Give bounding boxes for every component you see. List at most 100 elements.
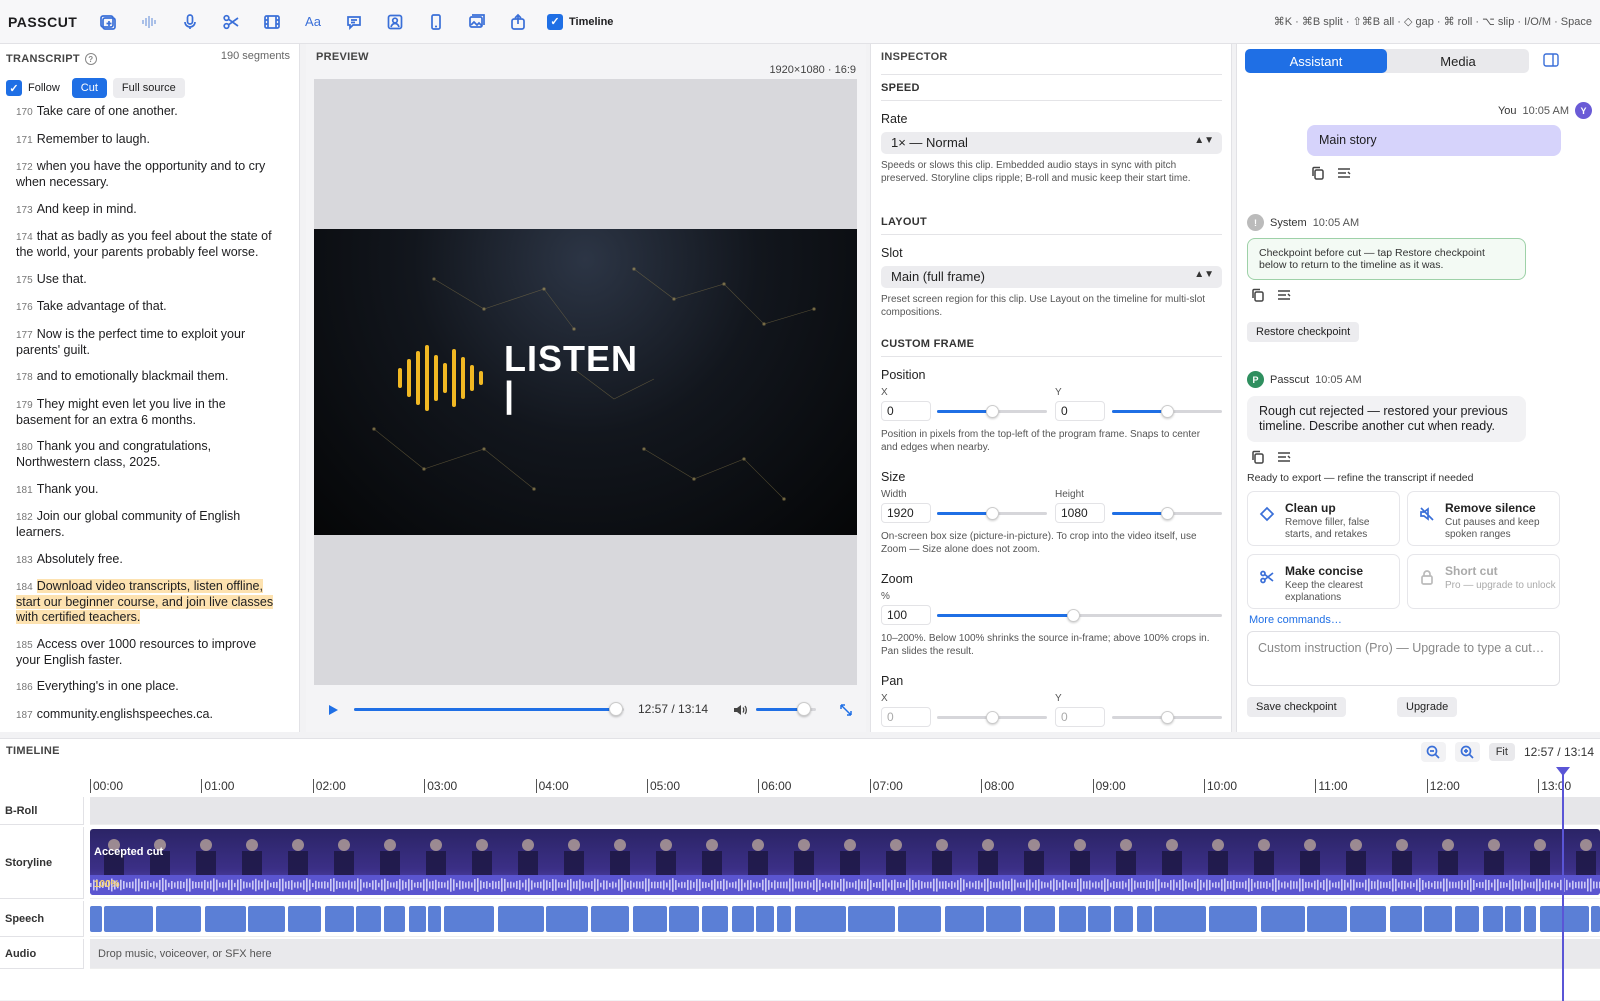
slider-knob[interactable]	[1161, 405, 1174, 418]
slot-select-value: Main (full frame)	[891, 269, 985, 284]
tab-media[interactable]: Media	[1387, 49, 1529, 73]
slider-knob[interactable]	[986, 507, 999, 520]
volume-icon[interactable]	[732, 702, 748, 718]
pan-y-input[interactable]: 0	[1055, 707, 1105, 727]
transcript-segment[interactable]: 172 when you have the opportunity and to …	[16, 159, 280, 190]
position-x-input[interactable]: 0	[881, 401, 931, 421]
transcript-segment[interactable]: 186 Everything's in one place.	[16, 679, 280, 695]
clip-volume-label: 100%	[94, 879, 120, 890]
transcript-segment[interactable]: 170 Take care of one another.	[16, 104, 280, 120]
time-ruler[interactable]: 00:00 01:00 02:00 03:00 04:00 05:00 06:00 07:00…	[90, 767, 1600, 793]
width-slider[interactable]	[937, 507, 1047, 520]
help-icon[interactable]: ?	[84, 53, 97, 65]
short-cut-card[interactable]: Short cut Pro — upgrade to unlock	[1407, 554, 1560, 609]
transcript-segment[interactable]: 182 Join our global community of English …	[16, 509, 280, 540]
slider-knob[interactable]	[1161, 507, 1174, 520]
share-icon[interactable]	[506, 10, 530, 34]
full-source-toggle-button[interactable]: Full source	[112, 78, 185, 98]
volume-slider[interactable]	[756, 702, 816, 716]
transcript-segment[interactable]: 175 Use that.	[16, 272, 280, 288]
play-button[interactable]	[322, 699, 344, 721]
transcript-segment[interactable]: 185 Access over 1000 resources to improve…	[16, 637, 280, 668]
card-description: Pro — upgrade to unlock	[1445, 580, 1556, 591]
transcript-segment[interactable]: 176 Take advantage of that.	[16, 299, 280, 315]
checkbox-checked-icon[interactable]: ✓	[547, 13, 563, 30]
list-icon[interactable]	[1337, 166, 1351, 180]
waveform-icon[interactable]	[137, 10, 161, 34]
transcript-segment[interactable]: 177 Now is the perfect time to exploit yo…	[16, 327, 280, 358]
pan-y-slider[interactable]	[1112, 711, 1222, 724]
timeline-toggle[interactable]: ✓ Timeline	[547, 13, 613, 30]
height-slider[interactable]	[1112, 507, 1222, 520]
transcript-segment[interactable]: 181 Thank you.	[16, 482, 280, 498]
broll-lane[interactable]	[90, 797, 1600, 825]
restore-checkpoint-button[interactable]: Restore checkpoint	[1247, 322, 1360, 342]
volume-knob[interactable]	[797, 702, 811, 716]
add-media-icon[interactable]	[96, 10, 120, 34]
slider-knob[interactable]	[1161, 711, 1174, 724]
speech-lane[interactable]	[90, 901, 1600, 937]
scrubber-knob[interactable]	[608, 702, 623, 716]
images-icon[interactable]	[465, 10, 489, 34]
transcript-segment[interactable]: 184 Download video transcripts, listen of…	[16, 579, 280, 625]
audio-lane[interactable]: Drop music, voiceover, or SFX here	[90, 939, 1600, 969]
pan-x-slider[interactable]	[937, 711, 1047, 724]
transcript-segment[interactable]: 173 And keep in mind.	[16, 202, 280, 218]
pan-x-input[interactable]: 0	[881, 707, 931, 727]
transcript-segment[interactable]: 171 Remember to laugh.	[16, 132, 280, 148]
clean-up-card[interactable]: Clean up Remove filler, false starts, an…	[1247, 491, 1400, 546]
video-frame[interactable]: LISTEN |	[314, 229, 857, 535]
width-input[interactable]: 1920	[881, 503, 931, 523]
tab-assistant[interactable]: Assistant	[1245, 49, 1387, 73]
copy-icon[interactable]	[1311, 166, 1325, 180]
remove-silence-card[interactable]: Remove silence Cut pauses and keep spoke…	[1407, 491, 1560, 546]
storyline-lane[interactable]: Accepted cut 100%	[90, 827, 1600, 899]
custom-instruction-input[interactable]: Custom instruction (Pro) — Upgrade to ty…	[1247, 631, 1560, 686]
follow-checkbox[interactable]: ✓	[6, 80, 22, 96]
playback-controls: 12:57 / 13:14	[314, 694, 857, 726]
slot-select[interactable]: Main (full frame) ▲▼	[881, 266, 1222, 288]
transcript-segment[interactable]: 180 Thank you and congratulations, Northw…	[16, 439, 280, 470]
portrait-icon[interactable]	[383, 10, 407, 34]
save-checkpoint-button[interactable]: Save checkpoint	[1247, 697, 1346, 717]
transcript-segment[interactable]: 183 Absolutely free.	[16, 552, 280, 568]
make-concise-card[interactable]: Make concise Keep the clearest explanati…	[1247, 554, 1400, 609]
caption-icon[interactable]	[342, 10, 366, 34]
slider-knob[interactable]	[986, 711, 999, 724]
zoom-in-button[interactable]	[1454, 742, 1480, 762]
more-commands-link[interactable]: More commands…	[1249, 614, 1342, 626]
list-icon[interactable]	[1277, 450, 1291, 464]
position-x-slider[interactable]	[937, 405, 1047, 418]
fit-button[interactable]: Fit	[1488, 743, 1515, 761]
transcript-segment[interactable]: 179 They might even let you live in the b…	[16, 397, 280, 428]
rate-select[interactable]: 1× — Normal ▲▼	[881, 132, 1222, 154]
transcript-segment[interactable]: 187 community.englishspeeches.ca.	[16, 707, 280, 723]
transcript-segment[interactable]: 178 and to emotionally blackmail them.	[16, 369, 280, 385]
scrubber[interactable]	[354, 702, 624, 716]
text-icon[interactable]: Aa	[301, 10, 325, 34]
fullscreen-icon[interactable]	[838, 702, 854, 718]
copy-icon[interactable]	[1251, 450, 1265, 464]
transcript-segment[interactable]: 174 that as badly as you feel about the s…	[16, 229, 280, 260]
upgrade-button[interactable]: Upgrade	[1397, 697, 1458, 717]
zoom-input[interactable]: 100	[881, 605, 931, 625]
list-icon[interactable]	[1277, 288, 1291, 302]
slider-knob[interactable]	[1067, 609, 1080, 622]
preview-stage[interactable]: LISTEN |	[314, 79, 857, 685]
slider-knob[interactable]	[986, 405, 999, 418]
phone-icon[interactable]	[424, 10, 448, 34]
zoom-out-button[interactable]	[1420, 742, 1446, 762]
cut-toggle-button[interactable]: Cut	[71, 78, 107, 98]
accepted-cut-clip[interactable]: Accepted cut 100%	[90, 829, 1600, 895]
playhead[interactable]	[1556, 767, 1570, 1001]
mic-icon[interactable]	[178, 10, 202, 34]
zoom-slider[interactable]	[937, 609, 1222, 622]
height-input[interactable]: 1080	[1055, 503, 1105, 523]
copy-icon[interactable]	[1251, 288, 1265, 302]
film-icon[interactable]	[260, 10, 284, 34]
position-y-input[interactable]: 0	[1055, 401, 1105, 421]
position-y-slider[interactable]	[1112, 405, 1222, 418]
scissors-icon[interactable]	[219, 10, 243, 34]
sidebar-toggle-icon[interactable]	[1543, 53, 1559, 67]
transcript-header: TRANSCRIPT ?	[6, 53, 97, 65]
